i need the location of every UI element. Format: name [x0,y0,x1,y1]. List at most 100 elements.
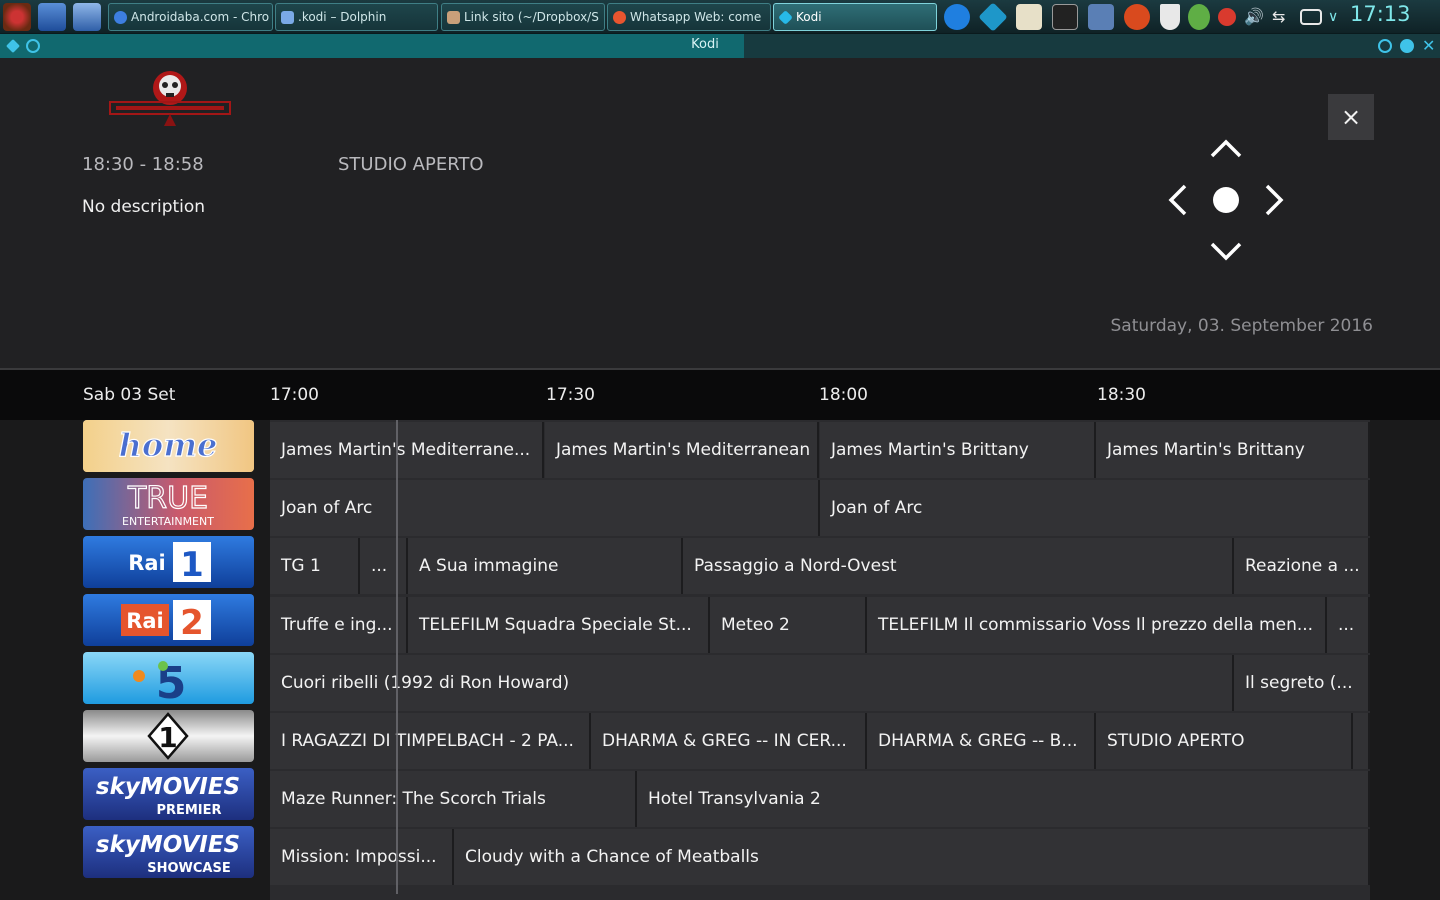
program-cell[interactable]: DHARMA & GREG -- IN CER... [591,713,867,769]
task-label: .kodi – Dolphin [298,10,387,24]
program-cell[interactable]: Maze Runner: The Scorch Trials [270,771,637,827]
window-titlebar[interactable]: Kodi ✕ [0,34,1440,58]
program-cell[interactable]: Reazione a ... [1234,538,1370,594]
task-label: Kodi [796,10,822,24]
time-label: 18:30 [1097,385,1146,405]
nav-down-icon[interactable] [1210,242,1242,261]
channel-canale-5[interactable]: 5 [83,652,254,704]
eye-icon[interactable] [1124,4,1150,30]
program-cell[interactable]: TELEFILM Squadra Speciale St... [408,597,710,653]
chrome-icon [114,11,127,24]
program-cell[interactable]: TG 1 [270,538,360,594]
channel-name: Rai [126,609,164,633]
channel-name: skyMOVIES [96,774,240,800]
kodi-icon [778,10,793,25]
canale-5-logo: 5 [83,652,254,704]
check-icon[interactable] [1188,4,1210,30]
program-cell[interactable]: James Martin's Mediterranean [545,422,819,478]
task-editor[interactable]: Link sito (~/Dropbox/S [441,3,605,31]
nav-right-icon[interactable] [1265,184,1284,216]
channel-italia-1[interactable]: 1 [83,710,254,762]
nav-left-icon[interactable] [1168,184,1187,216]
time-label: 18:00 [819,385,868,405]
program-cell[interactable]: Il segreto (... [1234,655,1370,711]
channel-list: home TRUE ENTERTAINMENT Rai 1 Rai 2 5 1 … [83,420,254,900]
program-cell[interactable]: Cloudy with a Chance of Meatballs [454,829,1370,885]
program-cell[interactable]: DHARMA & GREG -- B... [867,713,1096,769]
maximize-button[interactable] [1400,39,1414,53]
tv-guide-grid: Sab 03 Set 17:00 17:30 18:00 18:30 home [0,370,1440,900]
task-whatsapp[interactable]: Whatsapp Web: come [607,3,771,31]
program-cell[interactable]: I RAGAZZI DI TIMPELBACH - 2 PA... [270,713,591,769]
channel-sky-movies-showcase[interactable]: skyMOVIES SHOWCASE [83,826,254,878]
display-icon[interactable] [1300,9,1322,25]
mail-icon[interactable] [1218,8,1236,26]
channel-name: TRUE [127,481,208,516]
app-menu-icon[interactable] [3,3,31,31]
program-cell[interactable]: ... [360,538,408,594]
nav-up-icon[interactable] [1210,139,1242,158]
channel-subtitle: ENTERTAINMENT [122,515,214,528]
timeline-header: Sab 03 Set 17:00 17:30 18:00 18:30 [0,370,1440,420]
channel-subtitle: PREMIER [156,803,221,818]
program-cell[interactable]: James Martin's Brittany [820,422,1096,478]
program-cell[interactable]: Mission: Impossi... [270,829,454,885]
sky-movies-showcase-logo: skyMOVIES SHOWCASE [83,826,254,878]
screenshot-icon[interactable] [1088,4,1114,30]
sky-movies-premier-logo: skyMOVIES PREMIER [83,768,254,820]
program-cell[interactable]: Joan of Arc [820,480,1370,536]
shield-icon[interactable] [1160,4,1180,30]
program-cell[interactable]: STUDIO APERTO [1096,713,1353,769]
notes-icon[interactable] [1016,4,1042,30]
program-cell[interactable]: James Martin's Mediterrane... [270,422,544,478]
program-cell[interactable]: ... [1327,597,1370,653]
nav-select-icon[interactable] [1213,187,1239,213]
kodi-tray-icon[interactable] [978,2,1008,32]
channel-number: 2 [180,603,204,643]
current-time-indicator [396,420,398,894]
channel-subtitle: SHOWCASE [147,861,230,876]
volume-icon[interactable]: 🔊 [1244,4,1264,30]
minimize-button[interactable] [1378,39,1392,53]
task-dolphin[interactable]: .kodi – Dolphin [275,3,438,31]
program-info-panel: 18:30 - 18:58 STUDIO APERTO No descripti… [0,58,1440,368]
program-cell[interactable]: Meteo 2 [710,597,867,653]
channel-rai-1[interactable]: Rai 1 [83,536,254,588]
program-cell[interactable]: TELEFILM Il commissario Voss Il prezzo d… [867,597,1327,653]
dolphin-launcher-icon[interactable] [73,3,101,31]
clock: 17:13 [1350,2,1411,26]
taskbar: Androidaba.com - Chro .kodi – Dolphin Li… [0,0,1440,34]
desktop-icon[interactable] [38,3,66,31]
close-button[interactable]: × [1328,94,1374,140]
chevron-down-icon[interactable]: ∨ [1328,4,1342,30]
italia-1-logo: 1 [83,710,254,762]
channel-home[interactable]: home [83,420,254,472]
program-cell[interactable]: Truffe e ing... [270,597,408,653]
teamviewer-icon[interactable] [944,4,970,30]
channel-rai-2[interactable]: Rai 2 [83,594,254,646]
task-label: Androidaba.com - Chro [131,10,270,24]
true-entertainment-logo: TRUE ENTERTAINMENT [83,478,254,530]
program-cell[interactable]: Cuori ribelli (1992 di Ron Howard) [270,655,1234,711]
day-label: Sab 03 Set [83,385,176,405]
task-kodi[interactable]: Kodi [773,3,937,31]
program-time-range: 18:30 - 18:58 [82,154,204,175]
task-label: Link sito (~/Dropbox/S [464,10,599,24]
channel-true-entertainment[interactable]: TRUE ENTERTAINMENT [83,478,254,530]
rai-2-logo: Rai 2 [83,594,254,646]
program-cell[interactable] [1353,713,1370,769]
program-cell[interactable]: A Sua immagine [408,538,683,594]
program-cell[interactable]: Passaggio a Nord-Ovest [683,538,1234,594]
program-cell[interactable]: James Martin's Brittany [1096,422,1370,478]
program-cell[interactable]: Hotel Transylvania 2 [637,771,1370,827]
program-description: No description [82,197,206,217]
task-label: Whatsapp Web: come [630,10,762,24]
close-window-button[interactable]: ✕ [1422,38,1436,54]
program-cell[interactable]: Joan of Arc [270,480,820,536]
network-icon[interactable]: ⇆ [1272,4,1292,30]
browser-icon [613,11,626,24]
terminal-icon[interactable] [1052,4,1078,30]
task-chrome[interactable]: Androidaba.com - Chro [108,3,273,31]
editor-icon [447,11,460,24]
channel-sky-movies-premier[interactable]: skyMOVIES PREMIER [83,768,254,820]
